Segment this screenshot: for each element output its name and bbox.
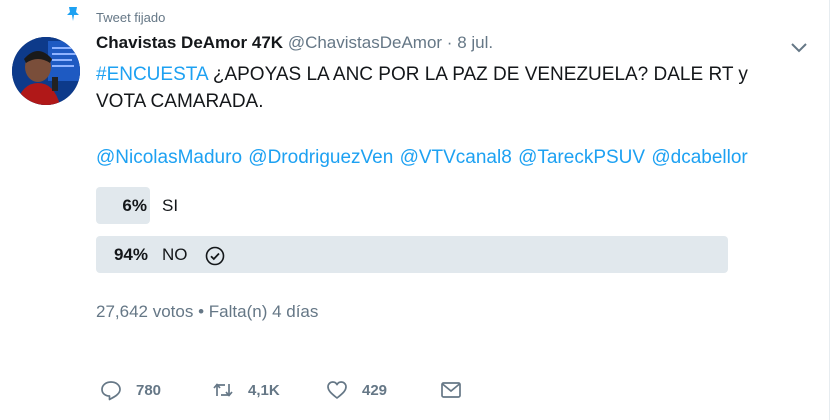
poll-percent: 94% <box>113 245 148 264</box>
mail-icon <box>441 382 461 398</box>
vote-count: 27,642 votos <box>96 302 194 321</box>
like-count: 429 <box>362 381 388 399</box>
retweet-button[interactable]: 4,1K <box>212 378 280 402</box>
header-separator: · <box>446 33 453 52</box>
poll-option-label: SI <box>162 196 179 215</box>
reply-icon <box>101 381 121 401</box>
reply-button[interactable]: 780 <box>100 378 161 402</box>
poll-percent: 6% <box>122 196 147 215</box>
user-handle[interactable]: @ChavistasDeAmor <box>288 33 442 52</box>
heart-icon <box>327 381 347 399</box>
retweet-count: 4,1K <box>248 381 280 399</box>
mention-link[interactable]: @NicolasMaduro <box>96 147 242 168</box>
poll-option-si[interactable]: 6% SI <box>96 187 768 224</box>
user-name[interactable]: Chavistas DeAmor 47K <box>96 33 283 52</box>
tweet-actions: 780 4,1K 429 <box>100 378 500 402</box>
poll-meta: 27,642 votos • Falta(n) 4 días <box>96 302 318 322</box>
meta-separator: • <box>198 302 205 321</box>
mention-link[interactable]: @TareckPSUV <box>518 147 645 168</box>
check-circle-icon <box>205 246 225 266</box>
message-button[interactable] <box>440 378 462 402</box>
time-remaining: Falta(n) 4 días <box>208 302 319 321</box>
mention-link[interactable]: @VTVcanal8 <box>400 147 512 168</box>
chevron-down-icon[interactable] <box>789 40 809 56</box>
poll-bar <box>96 236 728 273</box>
avatar[interactable] <box>12 37 80 105</box>
reply-count: 780 <box>136 381 162 399</box>
pinned-label: Tweet fijado <box>96 10 166 25</box>
pinned-indicator: Tweet fijado <box>66 6 165 25</box>
retweet-icon <box>213 383 233 397</box>
hashtag-link[interactable]: #ENCUESTA <box>96 64 208 85</box>
poll-option-no[interactable]: 94% NO <box>96 236 768 273</box>
tweet-text: #ENCUESTA ¿APOYAS LA ANC POR LA PAZ DE V… <box>96 61 796 115</box>
mention-link[interactable]: @DrodriguezVen <box>248 147 393 168</box>
pin-icon <box>67 7 79 21</box>
like-button[interactable]: 429 <box>326 378 387 402</box>
mentions: @NicolasMaduro @DrodriguezVen @VTVcanal8… <box>96 147 748 169</box>
tweet-date[interactable]: 8 jul. <box>457 33 493 52</box>
tweet-card[interactable]: Tweet fijado Chavistas DeAmor 47K @Chavi… <box>0 0 830 420</box>
mention-link[interactable]: @dcabellor <box>651 147 747 168</box>
poll-option-label: NO <box>162 245 188 264</box>
tweet-header: Chavistas DeAmor 47K @ChavistasDeAmor · … <box>96 33 493 53</box>
